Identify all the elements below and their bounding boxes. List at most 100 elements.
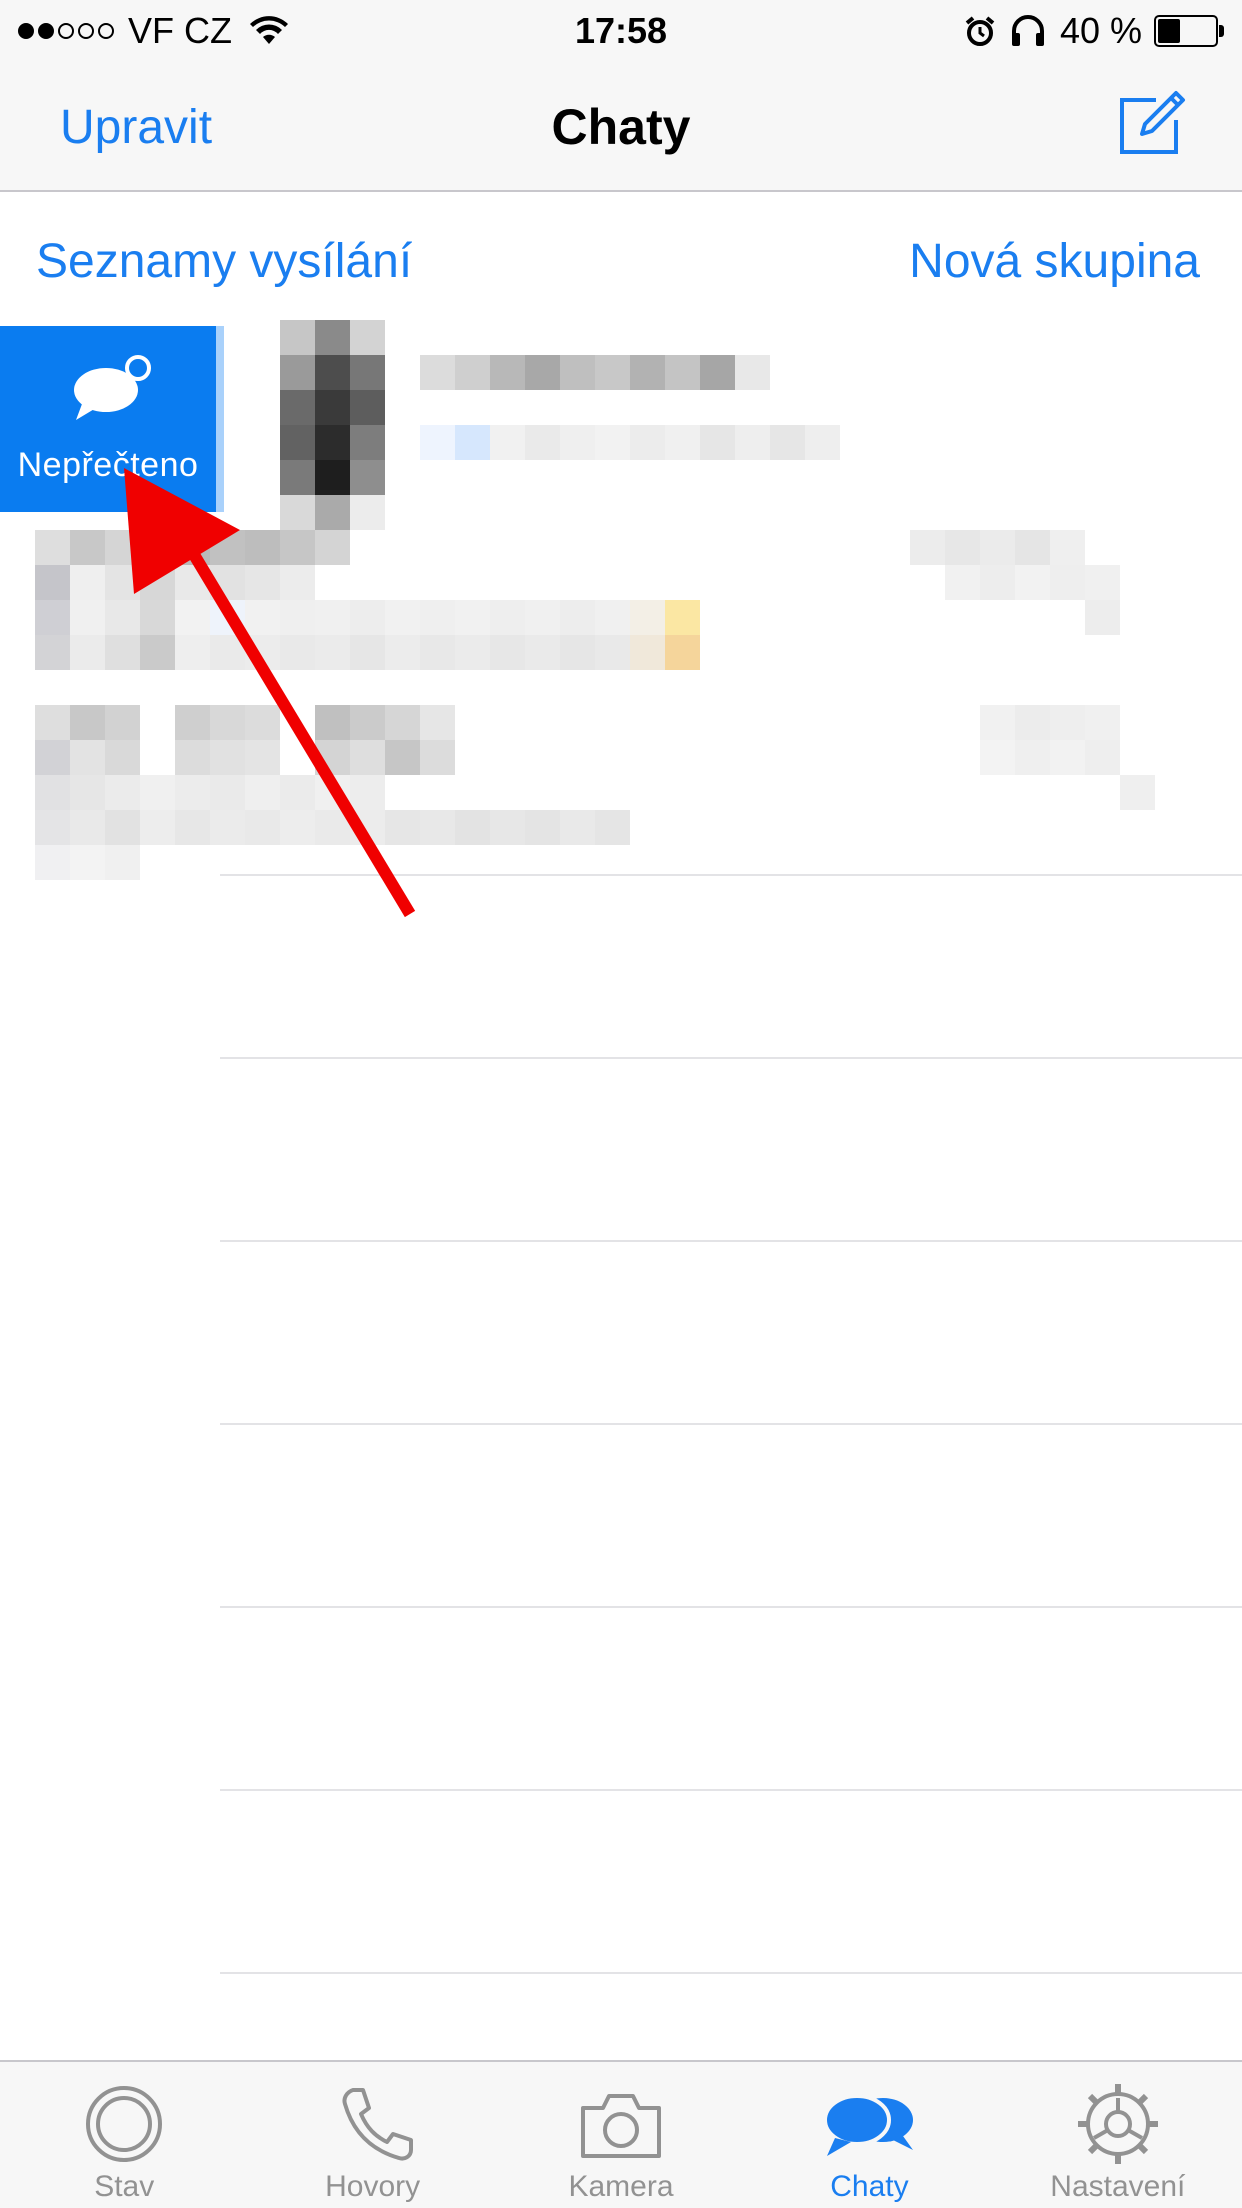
blur-pixel: [280, 775, 315, 810]
blur-pixel: [1050, 530, 1085, 565]
blur-pixel: [245, 775, 280, 810]
nav-bar: Upravit Chaty: [0, 62, 1242, 192]
blur-pixel: [525, 600, 560, 635]
tab-settings[interactable]: Nastavení: [994, 2062, 1242, 2208]
blur-pixel: [945, 565, 980, 600]
blur-pixel: [385, 810, 420, 845]
blur-pixel: [210, 810, 245, 845]
blur-pixel: [700, 355, 735, 390]
blur-pixel: [385, 635, 420, 670]
blur-pixel: [560, 355, 595, 390]
blur-pixel: [35, 810, 70, 845]
blur-pixel: [140, 600, 175, 635]
blur-pixel: [630, 635, 665, 670]
blur-pixel: [105, 600, 140, 635]
blur-pixel: [35, 635, 70, 670]
broadcast-lists-link[interactable]: Seznamy vysílání: [36, 234, 412, 289]
camera-icon: [581, 2094, 662, 2158]
blur-pixel: [420, 810, 455, 845]
blur-pixel: [175, 600, 210, 635]
blur-pixel: [280, 355, 315, 390]
blur-pixel: [525, 355, 560, 390]
blur-pixel: [70, 775, 105, 810]
blur-pixel: [35, 845, 70, 880]
blur-pixel: [700, 425, 735, 460]
blur-pixel: [350, 460, 385, 495]
headphones-icon: [1011, 15, 1044, 46]
blur-pixel: [1120, 775, 1155, 810]
blur-pixel: [350, 705, 385, 740]
blur-pixel: [210, 705, 245, 740]
blur-pixel: [315, 530, 350, 565]
blur-pixel: [35, 740, 70, 775]
new-group-link[interactable]: Nová skupina: [909, 234, 1200, 289]
blur-pixel: [70, 530, 105, 565]
blur-pixel: [420, 705, 455, 740]
blur-pixel: [1050, 565, 1085, 600]
blur-pixel: [770, 425, 805, 460]
tab-bar: Stav Hovory Kamera Chaty Nastavení: [0, 2060, 1242, 2208]
blur-pixel: [245, 600, 280, 635]
phone-icon: [342, 2088, 413, 2161]
blur-pixel: [420, 355, 455, 390]
blur-pixel: [70, 705, 105, 740]
blur-pixel: [490, 635, 525, 670]
blur-pixel: [490, 355, 525, 390]
row-separator: [220, 874, 1242, 876]
tab-calls[interactable]: Hovory: [248, 2062, 496, 2208]
blur-pixel: [350, 320, 385, 355]
blur-pixel: [980, 740, 1015, 775]
blur-pixel: [70, 845, 105, 880]
blur-pixel: [35, 530, 70, 565]
mark-unread-button[interactable]: Nepřečteno: [0, 326, 224, 512]
blur-pixel: [525, 810, 560, 845]
blur-pixel: [245, 705, 280, 740]
row-separator: [220, 1606, 1242, 1608]
blur-pixel: [280, 320, 315, 355]
blur-pixel: [105, 705, 140, 740]
blur-pixel: [560, 600, 595, 635]
tab-chats[interactable]: Chaty: [745, 2062, 993, 2208]
blur-pixel: [315, 705, 350, 740]
blur-pixel: [665, 355, 700, 390]
blur-pixel: [280, 530, 315, 565]
blur-pixel: [210, 635, 245, 670]
blur-pixel: [420, 635, 455, 670]
blur-pixel: [280, 810, 315, 845]
blur-pixel: [35, 775, 70, 810]
blur-pixel: [980, 565, 1015, 600]
blur-pixel: [105, 775, 140, 810]
blur-pixel: [945, 530, 980, 565]
blur-pixel: [175, 775, 210, 810]
blur-pixel: [1015, 705, 1050, 740]
blur-pixel: [490, 425, 525, 460]
blur-pixel: [560, 810, 595, 845]
tab-status[interactable]: Stav: [0, 2062, 248, 2208]
blur-pixel: [315, 635, 350, 670]
blur-pixel: [350, 495, 385, 530]
blur-pixel: [420, 425, 455, 460]
tab-camera[interactable]: Kamera: [497, 2062, 745, 2208]
blur-pixel: [490, 810, 525, 845]
blur-pixel: [105, 740, 140, 775]
blur-pixel: [525, 635, 560, 670]
blur-pixel: [420, 600, 455, 635]
blur-pixel: [280, 425, 315, 460]
blur-pixel: [455, 810, 490, 845]
compose-icon[interactable]: [1116, 86, 1186, 158]
blur-pixel: [630, 355, 665, 390]
tab-label: Hovory: [325, 2170, 421, 2203]
blur-pixel: [1085, 565, 1120, 600]
blur-pixel: [315, 775, 350, 810]
status-bar: VF CZ 17:58 40 %: [0, 0, 1242, 62]
battery-percent: 40 %: [1059, 10, 1142, 51]
blur-pixel: [175, 530, 210, 565]
blur-pixel: [595, 635, 630, 670]
tab-label: Chaty: [830, 2170, 909, 2203]
blur-pixel: [1015, 530, 1050, 565]
blur-pixel: [595, 355, 630, 390]
tab-label: Kamera: [568, 2170, 674, 2203]
blur-pixel: [350, 425, 385, 460]
blur-pixel: [140, 810, 175, 845]
blur-pixel: [350, 355, 385, 390]
